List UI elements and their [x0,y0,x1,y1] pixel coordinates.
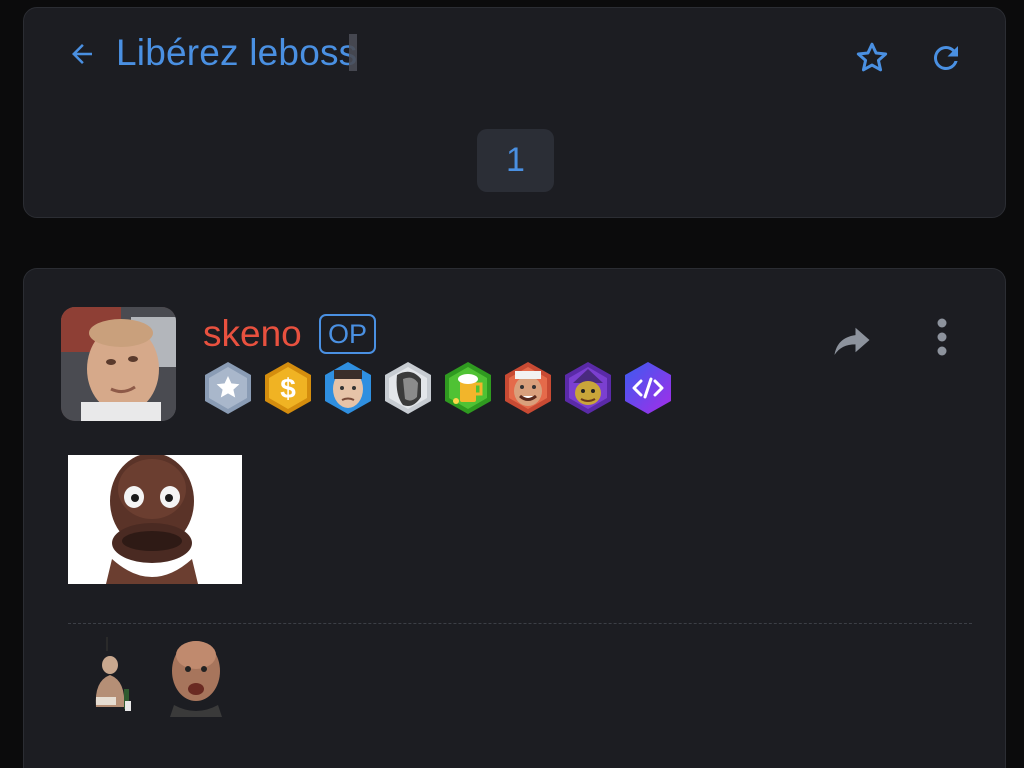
beer-badge-icon[interactable] [443,361,493,415]
sticker-face-image [68,455,242,584]
gigachad-badge-icon[interactable] [383,361,433,415]
op-badge: OP [319,314,376,354]
figure-sticker[interactable] [84,635,148,717]
favorite-button[interactable] [852,38,892,78]
share-button[interactable] [829,319,875,361]
star-icon [856,42,888,72]
avatar-photo [61,307,176,421]
share-arrow-icon [834,327,870,355]
user-avatar[interactable] [61,307,176,421]
face-badge-icon[interactable] [323,361,373,415]
more-options-button[interactable] [925,315,959,359]
risitas-badge-icon[interactable] [503,361,553,415]
post-card: skeno OP $ [23,268,1006,768]
refresh-icon [933,45,958,70]
post-divider [68,623,972,624]
post-image[interactable] [68,455,242,584]
more-vertical-icon [937,318,947,356]
username[interactable]: skeno [203,313,302,355]
wizard-badge-icon[interactable] [563,361,613,415]
bald-man-sticker-image [170,641,222,717]
arrow-left-icon [72,44,92,64]
text-caret [349,34,358,71]
figure-sticker-image [95,637,131,711]
dollar-badge-icon[interactable]: $ [263,361,313,415]
svg-text:$: $ [280,373,296,404]
topic-title-text: Libérez leboss [116,32,358,73]
back-button[interactable] [64,36,100,72]
star-badge-icon[interactable] [203,361,253,415]
page-number-button[interactable]: 1 [477,129,554,192]
bald-man-sticker[interactable] [164,635,228,717]
topic-header-card: Libérez leboss 1 [23,7,1006,218]
code-badge-icon[interactable] [623,361,673,415]
refresh-button[interactable] [925,38,967,78]
topic-title: Libérez leboss [116,32,358,74]
